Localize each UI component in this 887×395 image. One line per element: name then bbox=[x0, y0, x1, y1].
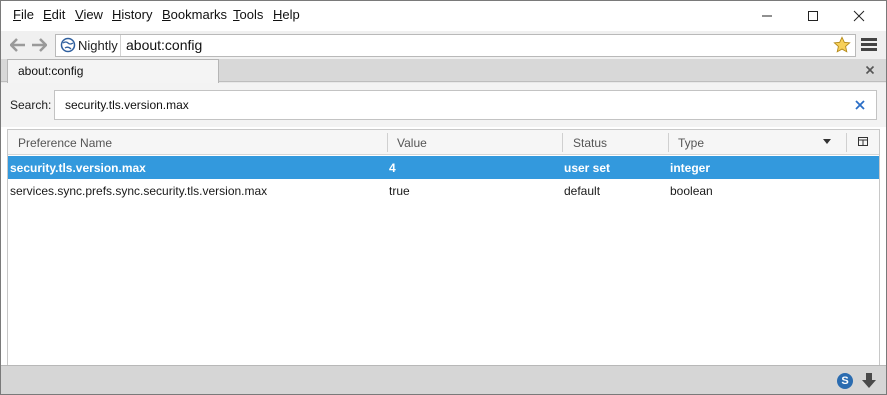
hamburger-menu-icon bbox=[861, 38, 879, 51]
search-input-value: security.tls.version.max bbox=[65, 98, 189, 112]
column-header-type[interactable]: Type bbox=[678, 136, 704, 150]
menu-bar: File Edit View History Bookmarks Tools H… bbox=[1, 1, 886, 31]
menu-history[interactable]: History bbox=[112, 7, 152, 22]
forward-button[interactable] bbox=[30, 36, 48, 54]
search-row: Search: security.tls.version.max bbox=[1, 83, 886, 127]
cell-status: user set bbox=[564, 161, 611, 175]
url-bar[interactable]: Nightly about:config bbox=[55, 34, 856, 57]
maximize-button[interactable] bbox=[790, 1, 836, 31]
tab-label: about:config bbox=[18, 64, 84, 78]
minimize-icon bbox=[762, 15, 772, 17]
cell-preference-name: security.tls.version.max bbox=[10, 161, 146, 175]
column-header-preference-name[interactable]: Preference Name bbox=[18, 136, 112, 150]
search-label: Search: bbox=[10, 98, 52, 112]
forward-arrow-icon bbox=[32, 38, 47, 52]
column-splitter[interactable] bbox=[562, 133, 563, 152]
download-arrow-icon[interactable] bbox=[861, 372, 877, 390]
table-row[interactable]: security.tls.version.max 4 user set inte… bbox=[8, 156, 879, 179]
column-splitter[interactable] bbox=[668, 133, 669, 152]
menu-help[interactable]: Help bbox=[273, 7, 300, 22]
column-picker-icon[interactable] bbox=[858, 137, 869, 147]
globe-icon bbox=[60, 37, 76, 53]
menu-tools[interactable]: Tools bbox=[233, 7, 263, 22]
close-window-button[interactable] bbox=[836, 1, 882, 31]
clear-search-icon[interactable] bbox=[855, 100, 865, 110]
column-header-status[interactable]: Status bbox=[573, 136, 607, 150]
minimize-button[interactable] bbox=[744, 1, 790, 31]
star-bookmark-icon[interactable] bbox=[833, 36, 851, 54]
menu-view[interactable]: View bbox=[75, 7, 103, 22]
cell-preference-name: services.sync.prefs.sync.security.tls.ve… bbox=[10, 184, 268, 198]
cell-value: true bbox=[389, 184, 410, 198]
close-tab-icon[interactable] bbox=[865, 65, 875, 75]
sort-direction-icon bbox=[823, 139, 831, 144]
navigation-bar: Nightly about:config bbox=[1, 31, 886, 59]
table-row[interactable]: services.sync.prefs.sync.security.tls.ve… bbox=[8, 179, 879, 202]
preferences-table: Preference Name Value Status Type securi… bbox=[7, 129, 880, 365]
column-splitter bbox=[846, 133, 847, 152]
menu-edit[interactable]: Edit bbox=[43, 7, 65, 22]
browser-window: File Edit View History Bookmarks Tools H… bbox=[0, 0, 887, 395]
url-text: about:config bbox=[126, 37, 203, 53]
cell-status: default bbox=[564, 184, 601, 198]
column-splitter[interactable] bbox=[387, 133, 388, 152]
cell-value: 4 bbox=[389, 161, 396, 175]
about-config-page: Search: security.tls.version.max Prefere… bbox=[1, 83, 886, 365]
search-input[interactable]: security.tls.version.max bbox=[54, 90, 877, 120]
back-button[interactable] bbox=[9, 36, 27, 54]
menu-file[interactable]: File bbox=[13, 7, 34, 22]
column-header-value[interactable]: Value bbox=[397, 136, 427, 150]
status-bar: S bbox=[1, 365, 886, 394]
hamburger-menu-button[interactable] bbox=[861, 38, 879, 54]
close-icon bbox=[853, 10, 865, 22]
back-arrow-icon bbox=[10, 38, 25, 52]
table-header: Preference Name Value Status Type bbox=[8, 130, 879, 155]
identity-label: Nightly bbox=[78, 38, 118, 53]
maximize-icon bbox=[808, 11, 818, 21]
cell-type: integer bbox=[670, 161, 711, 175]
menu-bookmarks[interactable]: Bookmarks bbox=[162, 7, 227, 22]
tab-strip: about:config bbox=[1, 59, 886, 83]
cell-type: boolean bbox=[670, 184, 713, 198]
identity-box[interactable]: Nightly bbox=[56, 35, 121, 56]
s-badge-icon[interactable]: S bbox=[837, 373, 853, 389]
tab-about-config[interactable]: about:config bbox=[7, 59, 219, 83]
